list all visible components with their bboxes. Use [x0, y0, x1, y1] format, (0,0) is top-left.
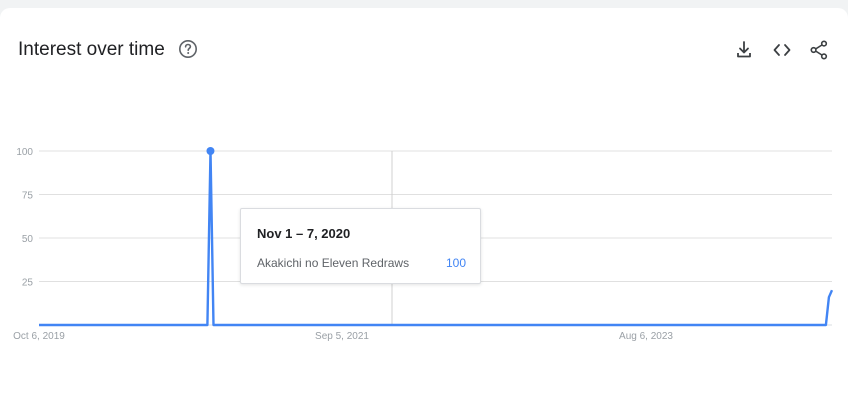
tooltip-date: Nov 1 – 7, 2020 — [257, 226, 351, 241]
x-tick-label: Aug 6, 2023 — [619, 331, 673, 342]
tooltip-value: 100 — [445, 256, 466, 270]
hover-tooltip: Nov 1 – 7, 2020 Akakichi no Eleven Redra… — [240, 208, 481, 284]
tooltip-term: Akakichi no Eleven Redraws — [257, 256, 410, 270]
y-tick-label: 100 — [16, 147, 33, 158]
x-tick-labels: Oct 6, 2019 Sep 5, 2021 Aug 6, 2023 — [13, 331, 673, 342]
x-tick-label: Oct 6, 2019 — [13, 331, 65, 342]
x-tick-label: Sep 5, 2021 — [315, 331, 369, 342]
data-point-highlight — [206, 147, 215, 155]
y-tick-label: 50 — [22, 234, 34, 245]
interest-chart: 100 75 50 25 Oct 6, 2019 Sep 5, 2021 Aug 6, 2… — [13, 147, 834, 342]
y-tick-labels: 100 75 50 25 — [16, 147, 33, 289]
y-tick-label: 25 — [22, 278, 34, 289]
y-tick-label: 75 — [22, 191, 34, 202]
